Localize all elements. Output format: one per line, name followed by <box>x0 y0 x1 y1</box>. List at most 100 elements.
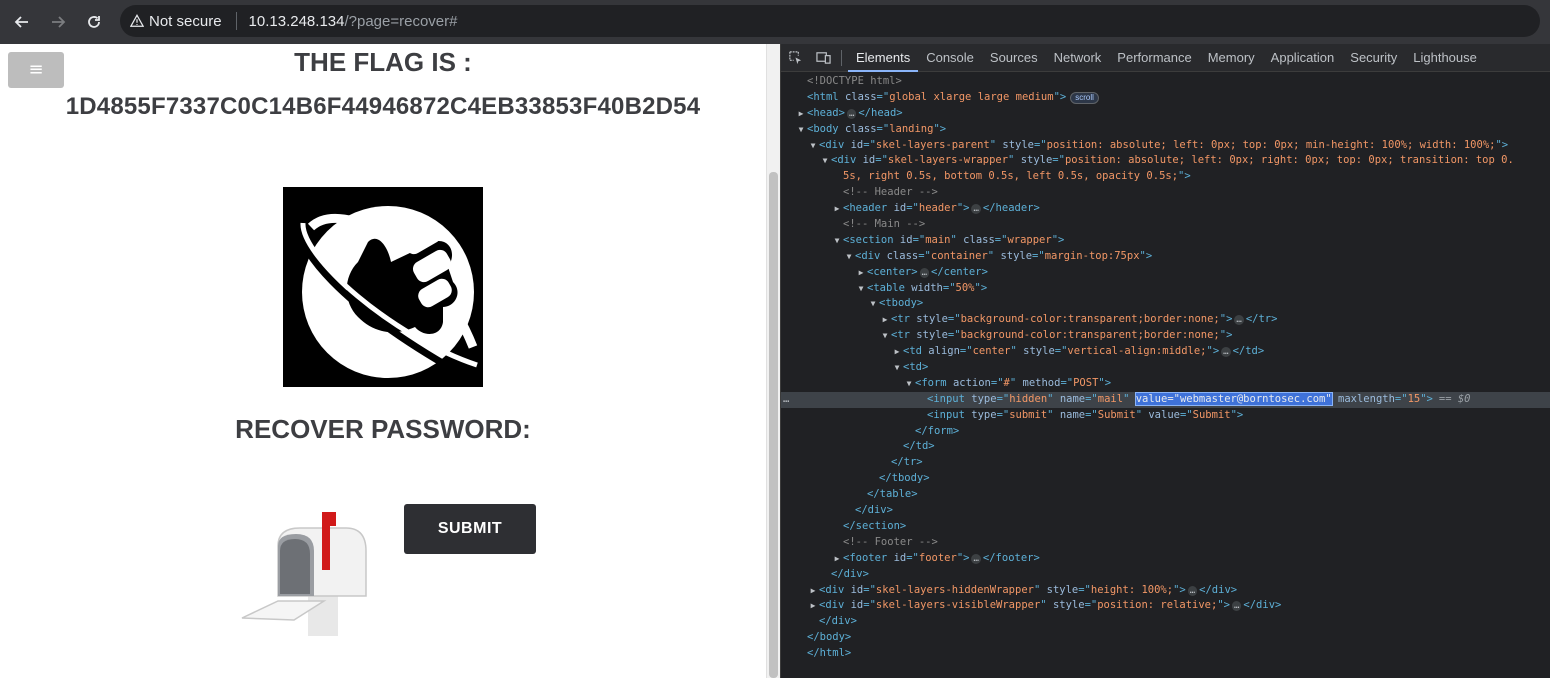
dom-node-line[interactable]: </td> <box>781 439 1550 455</box>
device-toolbar-icon[interactable] <box>809 44 837 72</box>
dom-token: </td> <box>1232 345 1265 358</box>
tab-network[interactable]: Network <box>1046 44 1110 72</box>
page-scrollbar[interactable] <box>766 44 780 678</box>
dom-node-line[interactable]: ▶ <header id="header">… </header> <box>781 201 1550 217</box>
dom-node-line[interactable]: <html class="global xlarge large medium"… <box>781 90 1550 106</box>
collapse-triangle-icon[interactable]: ▼ <box>831 233 843 249</box>
dom-node-line[interactable]: ▶ <td align="center" style="vertical-alig… <box>781 344 1550 360</box>
collapse-triangle-icon[interactable]: ▼ <box>819 153 831 169</box>
tab-security[interactable]: Security <box>1342 44 1405 72</box>
collapsed-children-icon[interactable]: … <box>1231 601 1242 612</box>
dom-node-line[interactable]: ▼ <body class="landing"> <box>781 122 1550 138</box>
collapsed-children-icon[interactable]: … <box>919 267 929 278</box>
collapsed-children-icon[interactable]: … <box>1221 347 1231 358</box>
dom-token: background-color:transparent;border:none… <box>960 329 1220 342</box>
dom-token: <!-- Footer --> <box>843 535 938 548</box>
dom-node-line[interactable]: ▼ <table width="50%"> <box>781 281 1550 297</box>
collapsed-children-icon[interactable]: … <box>846 108 857 119</box>
dom-node-line[interactable]: </html> <box>781 646 1550 662</box>
collapsed-children-icon[interactable]: … <box>1187 585 1198 596</box>
dom-node-line[interactable]: </tr> <box>781 455 1550 471</box>
dom-tree[interactable]: <!DOCTYPE html> <html class="global xlarg… <box>781 74 1550 678</box>
collapse-triangle-icon[interactable]: ▼ <box>879 328 891 344</box>
dom-node-line[interactable]: ▶ <head>… </head> <box>781 106 1550 122</box>
dom-node-line[interactable]: ▶ <div id="skel-layers-visibleWrapper" st… <box>781 598 1550 614</box>
dom-node-line[interactable]: ▼ <section id="main" class="wrapper"> <box>781 233 1550 249</box>
dom-token: <input <box>927 392 972 405</box>
dom-token: "> <box>1495 138 1509 151</box>
tab-sources[interactable]: Sources <box>982 44 1046 72</box>
tab-console[interactable]: Console <box>918 44 982 72</box>
scrollbar-thumb[interactable] <box>769 172 778 678</box>
expand-triangle-icon[interactable]: ▶ <box>879 312 891 328</box>
dom-token[interactable]: value="webmaster@borntosec.com" <box>1134 391 1333 406</box>
dom-token: <section <box>843 233 900 246</box>
dom-token: wrapper <box>1007 233 1052 246</box>
dom-node-line[interactable]: </table> <box>781 487 1550 503</box>
dom-node-line[interactable]: ▶ <div id="skel-layers-hiddenWrapper" sty… <box>781 583 1550 599</box>
dom-node-line[interactable]: <!-- Footer --> <box>781 535 1550 551</box>
dom-node-line[interactable]: </tbody> <box>781 471 1550 487</box>
tab-application[interactable]: Application <box>1263 44 1343 72</box>
dom-token: =" <box>990 376 1004 389</box>
collapsed-children-icon[interactable]: … <box>971 204 981 215</box>
dom-node-line[interactable]: </form> <box>781 424 1550 440</box>
inspect-element-icon[interactable] <box>781 44 809 72</box>
expand-triangle-icon[interactable]: ▶ <box>807 598 819 614</box>
dom-node-line[interactable]: ▶ <tr style="background-color:transparent… <box>781 312 1550 328</box>
dom-token: =" <box>996 408 1010 421</box>
flag-title: THE FLAG IS : <box>294 47 472 77</box>
dom-node-line[interactable]: </div> <box>781 614 1550 630</box>
expand-triangle-icon[interactable]: ▶ <box>831 551 843 567</box>
dom-node-line[interactable]: ▼ <div id="skel-layers-wrapper" style="po… <box>781 153 1550 169</box>
security-chip[interactable]: Not secure <box>120 13 222 30</box>
tab-lighthouse[interactable]: Lighthouse <box>1405 44 1485 72</box>
back-arrow-icon[interactable] <box>8 8 36 36</box>
node-actions-icon[interactable]: … <box>783 392 789 408</box>
dom-node-line[interactable]: </div> <box>781 503 1550 519</box>
tab-memory[interactable]: Memory <box>1200 44 1263 72</box>
submit-button[interactable]: SUBMIT <box>404 504 536 554</box>
collapse-triangle-icon[interactable]: ▼ <box>843 249 855 265</box>
collapse-triangle-icon[interactable]: ▼ <box>795 122 807 138</box>
dom-token: Submit <box>1192 408 1231 421</box>
dom-node-line[interactable]: <input type="submit" name="Submit" value… <box>781 408 1550 424</box>
dom-node-line[interactable]: ▼ <td> <box>781 360 1550 376</box>
collapse-triangle-icon[interactable]: ▼ <box>807 138 819 154</box>
dom-token: position: absolute; left: 0px; top: 0px;… <box>1046 138 1496 151</box>
dom-node-line[interactable]: ▼ <tbody> <box>781 296 1550 312</box>
dom-node-line[interactable]: </div> <box>781 567 1550 583</box>
expand-triangle-icon[interactable]: ▶ <box>891 344 903 360</box>
collapse-triangle-icon[interactable]: ▼ <box>867 296 879 312</box>
dom-node-line[interactable]: 5s, right 0.5s, bottom 0.5s, left 0.5s, … <box>781 169 1550 185</box>
dom-token: id <box>850 599 864 612</box>
dom-node-line[interactable]: ▼ <tr style="background-color:transparent… <box>781 328 1550 344</box>
dom-node-line[interactable]: <!-- Main --> <box>781 217 1550 233</box>
collapsed-children-icon[interactable]: … <box>1234 315 1244 326</box>
dom-node-line[interactable]: </section> <box>781 519 1550 535</box>
expand-triangle-icon[interactable]: ▶ <box>855 265 867 281</box>
forward-arrow-icon[interactable] <box>44 8 72 36</box>
dom-node-line[interactable]: <!-- Header --> <box>781 185 1550 201</box>
dom-node-line[interactable]: ▼ <div id="skel-layers-parent" style="pos… <box>781 138 1550 154</box>
collapse-triangle-icon[interactable]: ▼ <box>891 360 903 376</box>
reload-icon[interactable] <box>80 8 108 36</box>
tab-performance[interactable]: Performance <box>1109 44 1199 72</box>
dom-node-line[interactable]: </body> <box>781 630 1550 646</box>
collapse-triangle-icon[interactable]: ▼ <box>903 376 915 392</box>
url-text[interactable]: 10.13.248.134/?page=recover# <box>249 13 458 30</box>
address-bar[interactable]: Not secure 10.13.248.134/?page=recover# <box>120 5 1540 37</box>
dom-node-line[interactable]: ▶ <footer id="footer">… </footer> <box>781 551 1550 567</box>
dom-node-line[interactable]: <!DOCTYPE html> <box>781 74 1550 90</box>
collapsed-children-icon[interactable]: … <box>971 553 981 564</box>
expand-triangle-icon[interactable]: ▶ <box>807 583 819 599</box>
scroll-badge[interactable]: scroll <box>1070 91 1099 104</box>
dom-node-line[interactable]: … <input type="hidden" name="mail" value=… <box>781 391 1550 408</box>
dom-node-line[interactable]: ▶ <center>… </center> <box>781 265 1550 281</box>
dom-node-line[interactable]: ▼ <div class="container" style="margin-to… <box>781 249 1550 265</box>
collapse-triangle-icon[interactable]: ▼ <box>855 281 867 297</box>
expand-triangle-icon[interactable]: ▶ <box>831 201 843 217</box>
expand-triangle-icon[interactable]: ▶ <box>795 106 807 122</box>
tab-elements[interactable]: Elements <box>848 44 919 72</box>
dom-node-line[interactable]: ▼ <form action="#" method="POST"> <box>781 376 1550 392</box>
